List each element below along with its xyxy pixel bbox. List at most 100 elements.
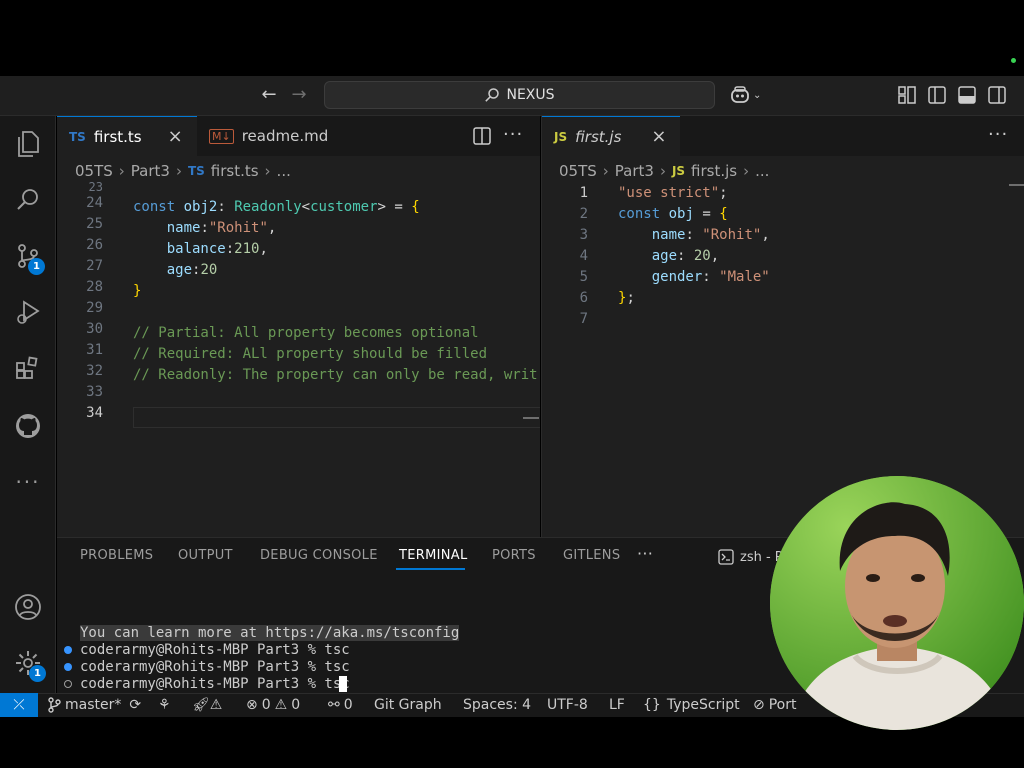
breadcrumb-item[interactable]: ... [277,162,291,180]
search-icon[interactable] [12,184,44,216]
typescript-file-icon: TS [187,164,205,178]
line-number: 3 [579,227,588,243]
split-editor-icon[interactable] [473,127,491,149]
deploy-warning-icon[interactable]: 🚀︎⚠ [192,696,222,714]
webcam-overlay [770,476,1024,730]
chevron-right-icon: › [602,162,609,180]
panel-more-icon[interactable]: ··· [637,544,653,563]
line-number: 30 [86,321,103,337]
line-number: 7 [579,311,588,327]
breadcrumb-item[interactable]: 05TS [559,162,597,180]
chevron-right-icon: › [743,162,750,180]
port-label: Port [768,697,797,713]
breadcrumb-item[interactable]: first.js [691,162,737,180]
more-views-icon[interactable]: ··· [12,466,44,498]
code-editor-right[interactable]: "use strict"; const obj = { name: "Rohit… [618,183,1018,330]
line-number-gutter: 23 24 25 26 27 28 29 30 31 32 33 34 [57,182,103,424]
run-debug-icon[interactable] [12,296,44,328]
error-count: 0 [261,697,271,713]
accounts-icon[interactable] [12,591,44,623]
breadcrumb-item[interactable]: first.ts [211,162,259,180]
warning-icon: ⚠ [274,697,288,713]
more-actions-icon[interactable]: ··· [988,124,1008,145]
tab-gitlens[interactable]: GITLENS [563,548,620,563]
tab-label: first.ts [93,127,142,146]
forward-arrow-icon[interactable]: → [288,84,310,106]
branch-name: master* [65,697,122,713]
problems-status[interactable]: ⊗ 0 ⚠ 0 [246,696,300,714]
port-status[interactable]: ⊘ Port [753,696,797,714]
breadcrumb: 05TS › Part3 › JS first.js › ... [559,160,769,182]
overview-ruler-marker [1009,184,1024,186]
breadcrumb-item[interactable]: Part3 [615,162,654,180]
toggle-secondary-sidebar-icon[interactable] [988,86,1006,104]
tab-problems[interactable]: PROBLEMS [80,548,153,563]
line-number: 25 [86,216,103,232]
language-mode[interactable]: {} TypeScript [643,696,740,714]
javascript-file-icon: JS [554,129,568,144]
overview-ruler-marker [523,417,539,419]
extensions-icon[interactable] [12,352,44,384]
close-icon[interactable]: × [651,126,666,147]
breadcrumb-item[interactable]: 05TS [75,162,113,180]
toggle-primary-sidebar-icon[interactable] [928,86,946,104]
git-compare-icon[interactable]: ⚘ [158,696,171,714]
git-graph-button[interactable]: Git Graph [374,696,442,714]
chevron-down-icon: ⌄ [753,89,762,101]
github-icon[interactable] [12,410,44,442]
tab-readme-md[interactable]: M↓ readme.md [197,116,347,156]
javascript-file-icon: JS [671,164,686,178]
breadcrumb-item[interactable]: ... [755,162,769,180]
sync-icon: ⟳ [129,697,142,713]
code-line: name:"Rohit", [166,220,277,236]
top-letterbox [0,0,1024,76]
copilot-menu[interactable]: ⌄ [730,85,766,105]
branch-status[interactable]: master* ⟳ [47,696,141,714]
line-number: 23 [88,182,103,193]
explorer-icon[interactable] [12,128,44,160]
settings-gear-icon[interactable]: 1 [12,647,46,682]
line-number: 32 [86,363,103,379]
tab-first-js[interactable]: JS first.js × [542,116,680,156]
code-editor-left[interactable]: const obj2: Readonly<customer> = { name:… [133,197,540,428]
remote-indicator-icon[interactable]: ⤫ [0,693,38,717]
tab-debug-console[interactable]: DEBUG CONSOLE [260,548,378,563]
source-control-icon[interactable]: 1 [12,240,45,275]
copilot-icon [731,86,749,103]
toggle-panel-icon[interactable] [958,86,976,104]
terminal-input-line[interactable]: coderarmy@Rohits-MBP Part3 % tsc [80,676,350,692]
line-number: 24 [86,195,103,211]
line-number: 2 [579,206,588,222]
line-number: 29 [86,300,103,316]
eol-status[interactable]: LF [609,696,625,714]
line-number: 33 [86,384,103,400]
customize-layout-icon[interactable] [898,86,916,104]
indentation-status[interactable]: Spaces: 4 [463,696,531,714]
code-line: gender: "Male" [651,269,770,285]
code-line: }; [618,290,635,306]
breadcrumb-item[interactable]: Part3 [131,162,170,180]
encoding-status[interactable]: UTF-8 [547,696,588,714]
tab-terminal[interactable]: TERMINAL [399,548,468,563]
markdown-file-icon: M↓ [209,128,234,144]
close-icon[interactable]: × [168,126,183,147]
back-arrow-icon[interactable]: ← [258,84,280,106]
editor-group-right: JS first.js × ··· 05TS › Part3 › JS firs… [541,116,1024,537]
tab-output[interactable]: OUTPUT [178,548,233,563]
code-line: const obj = { [618,206,728,222]
terminal-shell-selector[interactable]: zsh - P [718,549,783,565]
tab-first-ts[interactable]: TS first.ts × [57,116,197,156]
line-number: 4 [579,248,588,264]
tab-ports[interactable]: PORTS [492,548,536,563]
command-center-search[interactable]: NEXUS [324,81,715,109]
more-actions-icon[interactable]: ··· [503,124,523,145]
command-pending-icon [64,680,72,688]
code-line: const obj2: Readonly<customer> = { [133,199,420,215]
tab-label: readme.md [241,127,329,145]
line-number-current: 34 [86,405,103,421]
line-number: 28 [86,279,103,295]
ports-status[interactable]: ⚯ 0 [328,696,353,714]
